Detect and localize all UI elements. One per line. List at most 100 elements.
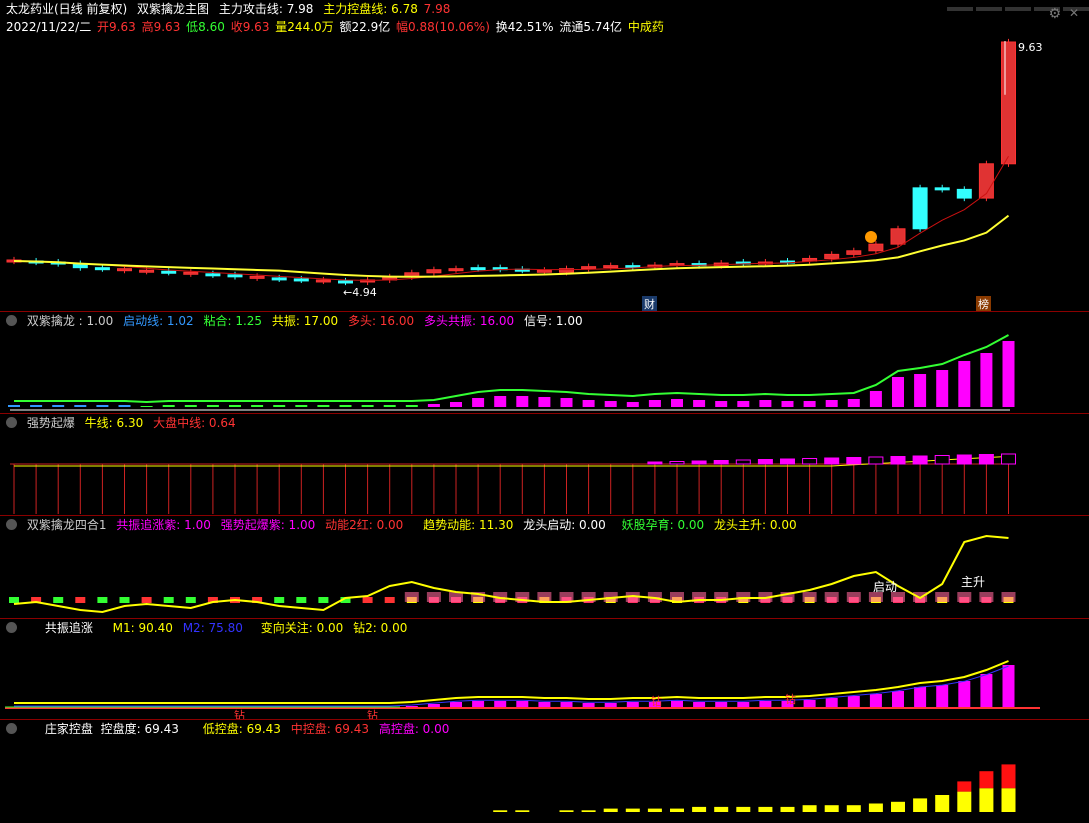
- indicator-bar: [273, 405, 286, 407]
- qibao-column: [234, 464, 236, 514]
- qibao-column: [168, 464, 170, 514]
- qidong-marker: 启动: [873, 580, 898, 594]
- candle-body: [94, 267, 110, 271]
- dikongpan-bar: [493, 810, 508, 812]
- indicator-bar: [538, 397, 551, 407]
- dikongpan-bar: [625, 808, 640, 812]
- sihe-pane[interactable]: 双紫擒龙四合1 共振追涨紫: 1.00 强势起爆紫: 1.00 动能2红: 0.…: [0, 516, 1089, 619]
- signal-square: [119, 597, 130, 603]
- qibao-column: [322, 464, 324, 514]
- indicator-bar: [936, 370, 949, 407]
- candle-body: [581, 266, 597, 270]
- dikongpan-bar: [736, 806, 751, 812]
- main-chart-pane[interactable]: 太龙药业(日线 前复权) 双紫擒龙主图 主力攻击线: 7.98 主力控盘线: 6…: [0, 0, 1089, 312]
- shuangzi-chart: [8, 334, 1015, 411]
- magenta-bar: [735, 459, 751, 465]
- control-line: [13, 214, 1010, 278]
- zhuangjia-pane[interactable]: 庄家控盘 控盘度: 69.43 低控盘: 69.43 中控盘: 69.43 高控…: [0, 720, 1089, 823]
- indicator-bar: [781, 401, 794, 407]
- zhuizhang-bar: [936, 685, 949, 707]
- pink-block: [449, 592, 463, 602]
- indicator-bar: [648, 400, 661, 407]
- zuan-marker-1: 钻: [234, 709, 245, 720]
- zhongkongpan-bar: [1001, 764, 1016, 789]
- qibao-column: [146, 464, 148, 514]
- qibao-column: [543, 464, 545, 514]
- indicator-bar: [383, 405, 396, 407]
- qibao-column: [13, 464, 15, 514]
- candle-body: [912, 187, 928, 230]
- indicator-bar: [405, 405, 418, 407]
- indicator-bar: [914, 374, 927, 407]
- indicator-bar: [427, 404, 440, 407]
- qibao-column: [853, 464, 855, 514]
- indicator-bar: [604, 401, 617, 407]
- qibao-column: [212, 464, 214, 514]
- qibao-column: [654, 464, 656, 514]
- indicator-bar: [958, 361, 971, 407]
- indicator-bar: [140, 406, 153, 407]
- pink-block: [935, 592, 950, 602]
- qiangshi-pane[interactable]: 强势起爆 牛线: 6.30 大盘中线: 0.64: [0, 414, 1089, 516]
- magenta-bar: [912, 455, 928, 465]
- indicator-bar: [494, 396, 507, 407]
- indicator-bar: [737, 401, 750, 407]
- candle-body: [1001, 41, 1016, 165]
- qibao-column: [720, 464, 722, 514]
- zhuizhang-bar: [427, 704, 440, 707]
- candle-body: [139, 269, 155, 273]
- candle-body: [338, 280, 353, 284]
- dikongpan-bar: [780, 806, 795, 812]
- magenta-bar: [802, 458, 818, 465]
- zhuizhang-bar: [450, 702, 462, 707]
- dikongpan-bar: [758, 806, 773, 812]
- magenta-bar: [846, 457, 862, 465]
- qibao-column: [698, 464, 700, 514]
- magenta-bar: [647, 461, 663, 465]
- signal-square: [53, 597, 64, 603]
- zhuizhang-bar: [582, 703, 595, 707]
- qibao-column: [809, 464, 811, 514]
- zuan-marker-4: 钻: [785, 693, 796, 706]
- magenta-bar: [691, 460, 707, 465]
- qibao-column: [610, 464, 612, 514]
- magenta-bar: [890, 456, 906, 465]
- qibao-column: [278, 464, 280, 514]
- low-price-value: 4.94: [352, 286, 377, 299]
- candle-body: [934, 187, 950, 191]
- dikongpan-bar: [913, 798, 928, 812]
- signal-square: [384, 597, 395, 603]
- zhuizhang-bar: [604, 703, 617, 707]
- qibao-column: [367, 464, 369, 514]
- dikongpan-bar: [935, 795, 950, 812]
- qibao-column: [676, 464, 678, 514]
- zhongkongpan-bar: [957, 781, 972, 792]
- finance-tag[interactable]: 财: [642, 296, 657, 311]
- candle-body: [470, 267, 486, 271]
- gongzhen-chart: [5, 660, 1040, 709]
- indicator-bar: [626, 402, 639, 407]
- signal-square: [75, 597, 86, 603]
- zhuizhang-bar: [892, 691, 904, 707]
- qibao-column: [190, 464, 192, 514]
- zhuizhang-bar: [759, 701, 772, 707]
- indicator-bar: [825, 400, 838, 407]
- dikongpan-bar: [559, 810, 574, 812]
- pink-block: [1001, 592, 1016, 602]
- magenta-bar: [713, 460, 729, 465]
- dikongpan-bar: [891, 801, 905, 812]
- zhuizhang-bar: [869, 694, 882, 707]
- magenta-bar: [824, 457, 840, 465]
- dikongpan-bar: [868, 803, 883, 812]
- qibao-column: [345, 464, 346, 514]
- signal-square: [318, 597, 329, 603]
- candle-body: [117, 268, 132, 272]
- zhuizhang-bar: [560, 702, 573, 707]
- shuangzi-pane[interactable]: 双紫擒龙 : 1.00 启动线: 1.02 粘合: 1.25 共振: 17.00…: [0, 312, 1089, 414]
- pink-block: [404, 592, 419, 602]
- qibao-column: [411, 464, 413, 514]
- qibao-column: [566, 464, 567, 514]
- signal-square: [163, 597, 174, 603]
- rank-tag[interactable]: 榜: [976, 296, 991, 311]
- gongzhen-pane[interactable]: 共振追涨 M1: 90.40 M2: 75.80 变向关注: 0.00 钻2: …: [0, 619, 1089, 720]
